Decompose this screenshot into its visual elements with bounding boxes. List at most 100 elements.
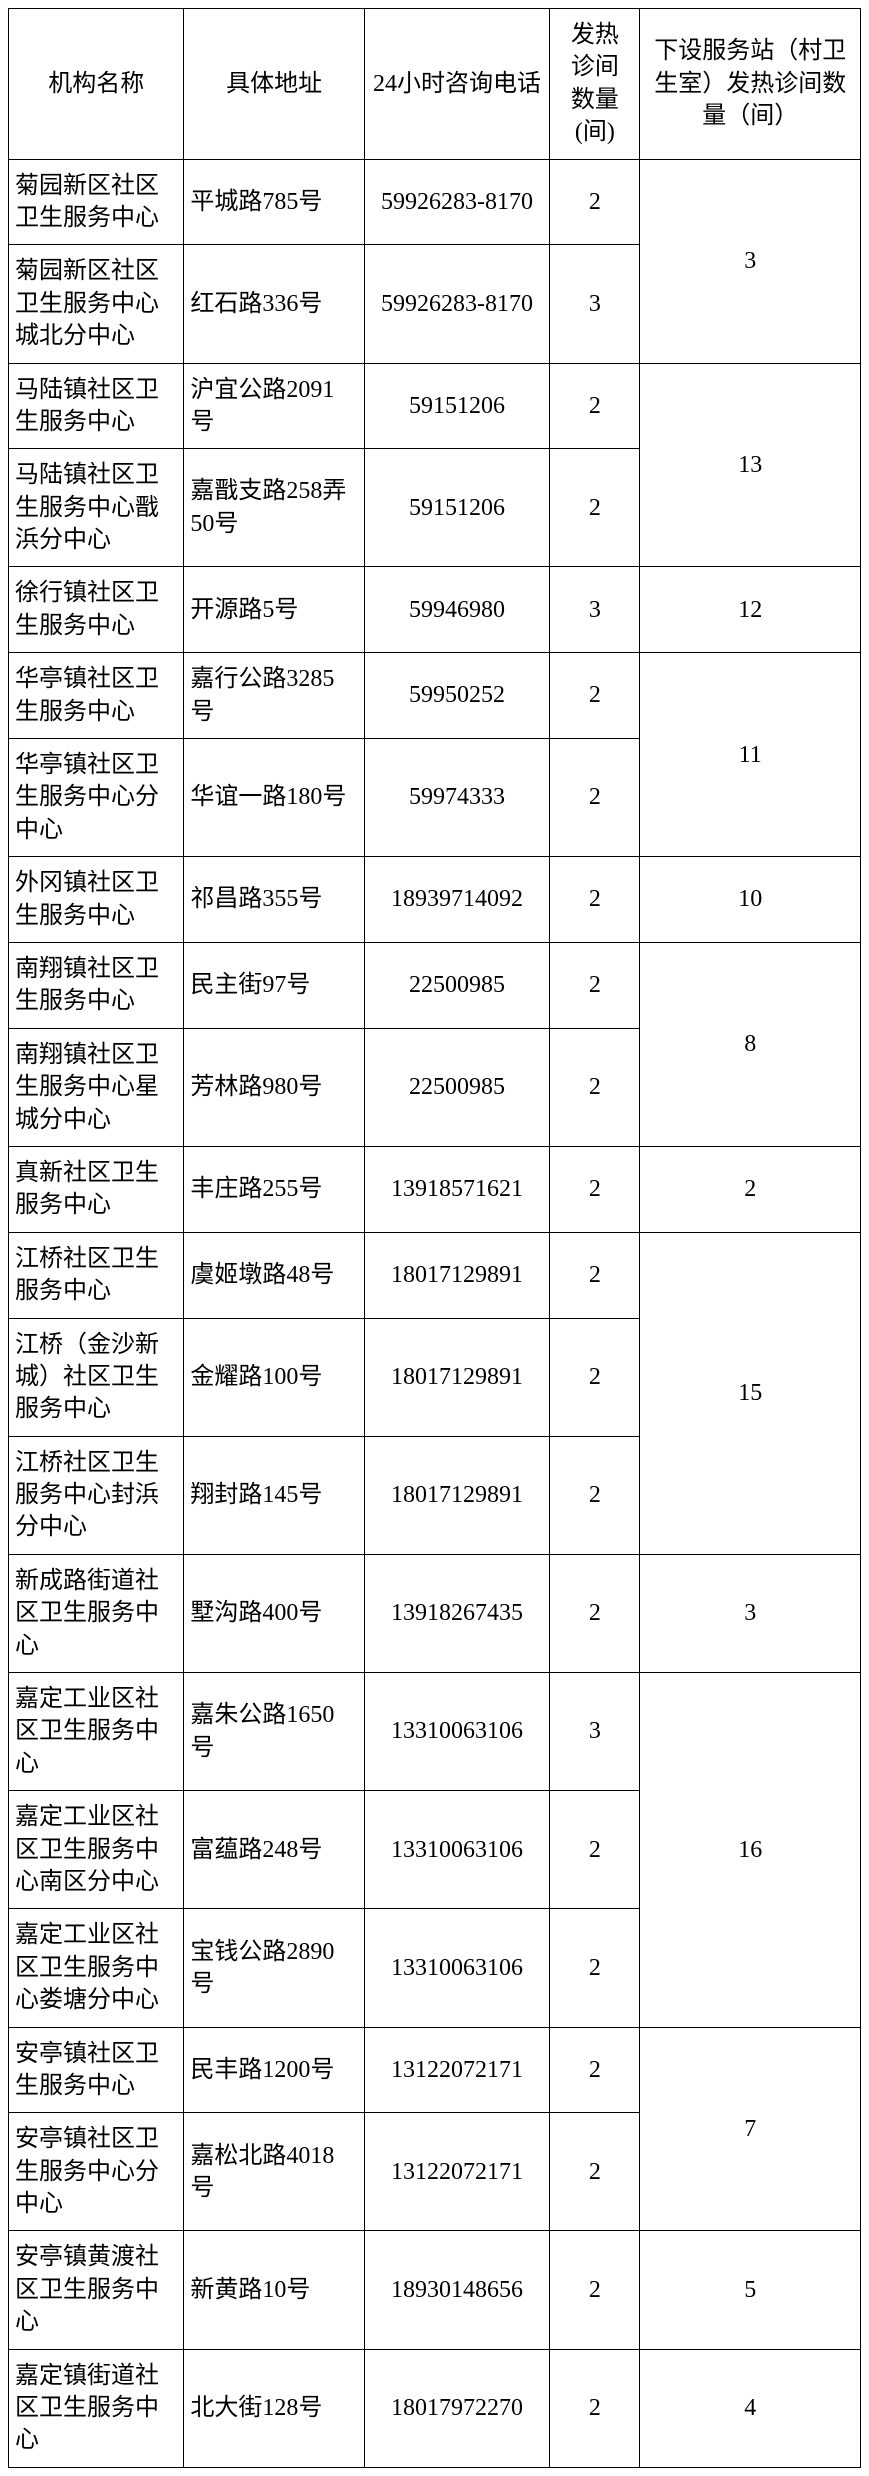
cell-rooms: 2: [550, 1146, 640, 1232]
cell-substation-count: 4: [640, 2349, 861, 2467]
cell-phone: 59151206: [364, 363, 549, 449]
cell-addr: 华谊一路180号: [184, 739, 364, 857]
cell-rooms: 2: [550, 653, 640, 739]
cell-rooms: 2: [550, 857, 640, 943]
cell-name: 嘉定工业区社区卫生服务中心: [9, 1673, 184, 1791]
cell-rooms: 2: [550, 1028, 640, 1146]
cell-addr: 嘉行公路3285号: [184, 653, 364, 739]
cell-phone: 22500985: [364, 942, 549, 1028]
table-row: 马陆镇社区卫生服务中心沪宜公路2091号59151206213: [9, 363, 861, 449]
cell-name: 安亭镇社区卫生服务中心分中心: [9, 2113, 184, 2231]
cell-name: 马陆镇社区卫生服务中心戬浜分中心: [9, 449, 184, 567]
cell-phone: 13918571621: [364, 1146, 549, 1232]
cell-addr: 新黄路10号: [184, 2231, 364, 2349]
cell-name: 嘉定镇街道社区卫生服务中心: [9, 2349, 184, 2467]
table-row: 外冈镇社区卫生服务中心祁昌路355号18939714092210: [9, 857, 861, 943]
cell-substation-count: 11: [640, 653, 861, 857]
cell-rooms: 2: [550, 739, 640, 857]
cell-rooms: 2: [550, 1232, 640, 1318]
table-row: 江桥社区卫生服务中心虞姬墩路48号18017129891215: [9, 1232, 861, 1318]
cell-name: 新成路街道社区卫生服务中心: [9, 1554, 184, 1672]
cell-substation-count: 3: [640, 159, 861, 363]
cell-phone: 13122072171: [364, 2027, 549, 2113]
cell-name: 安亭镇黄渡社区卫生服务中心: [9, 2231, 184, 2349]
cell-name: 华亭镇社区卫生服务中心: [9, 653, 184, 739]
cell-rooms: 2: [550, 363, 640, 449]
cell-phone: 18017972270: [364, 2349, 549, 2467]
cell-name: 外冈镇社区卫生服务中心: [9, 857, 184, 943]
cell-rooms: 2: [550, 1318, 640, 1436]
cell-rooms: 2: [550, 1436, 640, 1554]
cell-rooms: 2: [550, 1554, 640, 1672]
cell-name: 真新社区卫生服务中心: [9, 1146, 184, 1232]
cell-addr: 北大街128号: [184, 2349, 364, 2467]
table-row: 新成路街道社区卫生服务中心墅沟路400号1391826743523: [9, 1554, 861, 1672]
header-rooms: 发热 诊间 数量 (间): [550, 9, 640, 160]
cell-substation-count: 13: [640, 363, 861, 567]
cell-name: 南翔镇社区卫生服务中心星城分中心: [9, 1028, 184, 1146]
cell-addr: 开源路5号: [184, 567, 364, 653]
cell-name: 马陆镇社区卫生服务中心: [9, 363, 184, 449]
cell-addr: 芳林路980号: [184, 1028, 364, 1146]
cell-phone: 13918267435: [364, 1554, 549, 1672]
cell-addr: 富蕴路248号: [184, 1791, 364, 1909]
cell-phone: 59926283-8170: [364, 245, 549, 363]
cell-rooms: 2: [550, 2349, 640, 2467]
cell-addr: 金耀路100号: [184, 1318, 364, 1436]
table-row: 徐行镇社区卫生服务中心开源路5号59946980312: [9, 567, 861, 653]
cell-addr: 嘉朱公路1650号: [184, 1673, 364, 1791]
cell-substation-count: 15: [640, 1232, 861, 1554]
cell-rooms: 2: [550, 1791, 640, 1909]
cell-substation-count: 3: [640, 1554, 861, 1672]
cell-phone: 13310063106: [364, 1673, 549, 1791]
cell-addr: 祁昌路355号: [184, 857, 364, 943]
header-name: 机构名称: [9, 9, 184, 160]
header-phone: 24小时咨询电话: [364, 9, 549, 160]
header-addr: 具体地址: [184, 9, 364, 160]
table-row: 安亭镇社区卫生服务中心民丰路1200号1312207217127: [9, 2027, 861, 2113]
cell-rooms: 3: [550, 567, 640, 653]
cell-addr: 沪宜公路2091号: [184, 363, 364, 449]
table-row: 菊园新区社区卫生服务中心平城路785号59926283-817023: [9, 159, 861, 245]
cell-rooms: 2: [550, 942, 640, 1028]
cell-substation-count: 16: [640, 1673, 861, 2028]
cell-addr: 翔封路145号: [184, 1436, 364, 1554]
cell-addr: 民丰路1200号: [184, 2027, 364, 2113]
table-row: 真新社区卫生服务中心丰庄路255号1391857162122: [9, 1146, 861, 1232]
cell-phone: 59950252: [364, 653, 549, 739]
cell-phone: 13310063106: [364, 1791, 549, 1909]
cell-name: 嘉定工业区社区卫生服务中心娄塘分中心: [9, 1909, 184, 2027]
cell-addr: 墅沟路400号: [184, 1554, 364, 1672]
cell-phone: 18939714092: [364, 857, 549, 943]
cell-name: 嘉定工业区社区卫生服务中心南区分中心: [9, 1791, 184, 1909]
cell-substation-count: 2: [640, 1146, 861, 1232]
cell-substation-count: 5: [640, 2231, 861, 2349]
cell-phone: 59926283-8170: [364, 159, 549, 245]
cell-phone: 18930148656: [364, 2231, 549, 2349]
cell-phone: 59974333: [364, 739, 549, 857]
cell-substation-count: 8: [640, 942, 861, 1146]
cell-rooms: 2: [550, 2113, 640, 2231]
cell-substation-count: 10: [640, 857, 861, 943]
table-row: 南翔镇社区卫生服务中心民主街97号2250098528: [9, 942, 861, 1028]
cell-addr: 嘉戬支路258弄50号: [184, 449, 364, 567]
header-sub: 下设服务站（村卫生室）发热诊间数量（间）: [640, 9, 861, 160]
cell-phone: 18017129891: [364, 1318, 549, 1436]
cell-name: 徐行镇社区卫生服务中心: [9, 567, 184, 653]
cell-addr: 丰庄路255号: [184, 1146, 364, 1232]
cell-name: 安亭镇社区卫生服务中心: [9, 2027, 184, 2113]
cell-name: 江桥社区卫生服务中心: [9, 1232, 184, 1318]
cell-phone: 13122072171: [364, 2113, 549, 2231]
cell-name: 南翔镇社区卫生服务中心: [9, 942, 184, 1028]
cell-substation-count: 7: [640, 2027, 861, 2231]
table-row: 安亭镇黄渡社区卫生服务中心新黄路10号1893014865625: [9, 2231, 861, 2349]
cell-substation-count: 12: [640, 567, 861, 653]
cell-addr: 红石路336号: [184, 245, 364, 363]
table-body: 菊园新区社区卫生服务中心平城路785号59926283-817023菊园新区社区…: [9, 159, 861, 2467]
cell-addr: 宝钱公路2890号: [184, 1909, 364, 2027]
cell-name: 华亭镇社区卫生服务中心分中心: [9, 739, 184, 857]
cell-rooms: 3: [550, 1673, 640, 1791]
cell-name: 江桥（金沙新城）社区卫生服务中心: [9, 1318, 184, 1436]
cell-phone: 18017129891: [364, 1436, 549, 1554]
cell-rooms: 2: [550, 449, 640, 567]
